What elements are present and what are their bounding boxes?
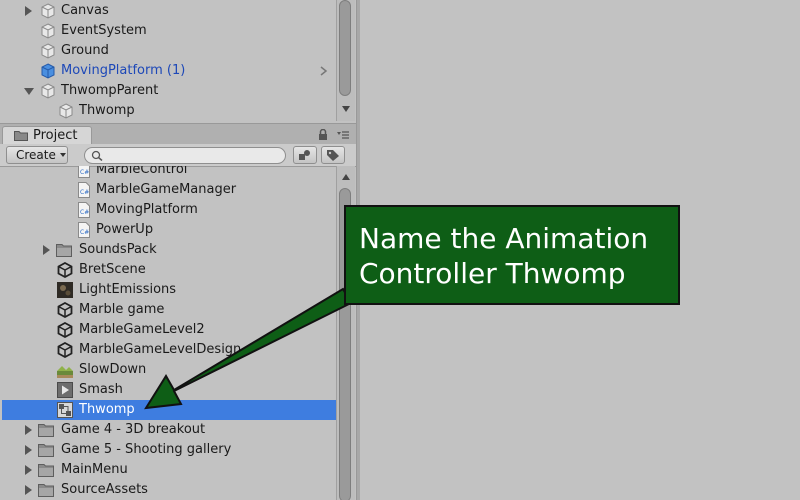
instruction-callout: Name the Animation Controller Thwomp bbox=[344, 205, 680, 305]
callout-text: Name the Animation Controller Thwomp bbox=[359, 222, 649, 290]
